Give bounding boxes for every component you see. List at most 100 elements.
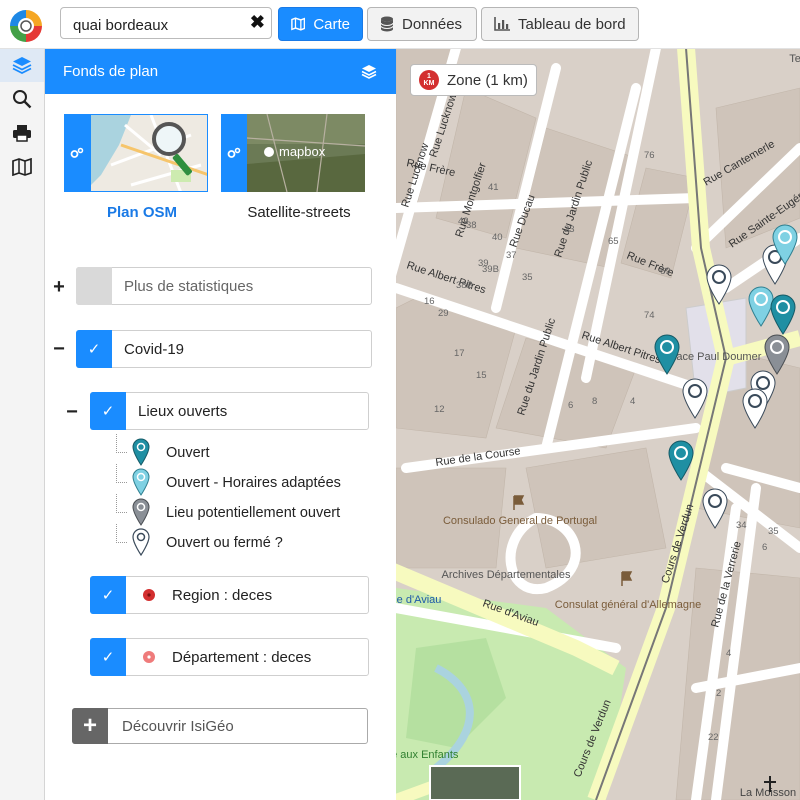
basemap-plan-osm[interactable]	[64, 114, 208, 192]
layer-checkbox[interactable]: ✓	[90, 638, 126, 676]
layer-label: Lieux ouverts	[138, 402, 228, 420]
house-number: 76	[644, 150, 655, 161]
discover-isigeo-button[interactable]: + Découvrir IsiGéo	[72, 708, 368, 744]
basemap-label-satellite: Satellite-streets	[247, 204, 351, 221]
clear-icon[interactable]: ✖	[250, 12, 265, 33]
poi-label: Consulat général d'Allemagne	[555, 599, 701, 611]
house-number: 41	[488, 182, 499, 193]
map-pin-icon	[132, 468, 150, 496]
poi-label: Consulado General de Portugal	[443, 515, 597, 527]
house-number: 65	[608, 236, 619, 247]
poi-label: Place Paul Doumer	[667, 351, 762, 363]
legend-label: Ouvert ou fermé ?	[166, 535, 283, 551]
house-number: 22	[708, 732, 719, 743]
house-number: 40	[492, 232, 503, 243]
carte-button[interactable]: Carte	[278, 7, 363, 41]
collapse-toggle-covid[interactable]: −	[52, 338, 66, 361]
house-number: 69	[660, 266, 671, 277]
layer-label: Covid-19	[124, 340, 185, 358]
layer-plus-de-statistiques[interactable]: Plus de statistiques	[76, 267, 372, 305]
osm-thumbnail	[90, 114, 208, 192]
collapse-toggle-lieux-ouverts[interactable]: −	[65, 401, 79, 424]
database-icon	[380, 16, 394, 32]
layer-label: Département : deces	[172, 648, 312, 666]
settings-button[interactable]	[64, 114, 90, 192]
house-number: 16	[424, 296, 435, 307]
map-icon	[12, 158, 32, 176]
house-number: 6	[568, 400, 573, 411]
poi-label: Archives Départementales	[441, 569, 571, 581]
rail-map-button[interactable]	[0, 150, 44, 184]
rail-search-button[interactable]	[0, 82, 44, 116]
layer-lieux-ouverts[interactable]: ✓ Lieux ouverts	[90, 392, 369, 430]
poi-label: La Moisson	[740, 787, 796, 799]
zone-label: Zone (1 km)	[447, 71, 528, 89]
house-number: 74	[644, 310, 655, 321]
legend-label: Lieu potentiellement ouvert	[166, 505, 341, 521]
expand-toggle-stats[interactable]: +	[52, 276, 66, 299]
house-number: 4	[726, 648, 731, 659]
house-number: 12	[434, 404, 445, 415]
layers-icon[interactable]	[361, 64, 377, 79]
house-number: 38B	[456, 280, 473, 291]
settings-button[interactable]	[221, 114, 247, 192]
poi-label: Rue d'Aviau	[396, 594, 441, 606]
house-number: 35	[522, 272, 533, 283]
top-bar: ✖ Carte Données Tableau de bord	[0, 0, 800, 49]
chart-bar-icon	[494, 17, 510, 31]
map-canvas[interactable]: Rue Lucknow Rue Lucknow Rue Montgolfier …	[396, 48, 800, 800]
print-icon	[13, 125, 31, 142]
layer-checkbox[interactable]: ✓	[76, 330, 112, 368]
layer-checkbox[interactable]: ✓	[90, 576, 126, 614]
layer-departement-deces[interactable]: ✓ Département : deces	[90, 638, 369, 676]
zone-badge-bottom: KM	[423, 80, 435, 87]
poi-label: Terrain	[789, 53, 800, 65]
map-pin-icon	[132, 528, 150, 556]
tableau-label: Tableau de bord	[518, 15, 626, 33]
layer-label: Plus de statistiques	[124, 277, 254, 295]
basemap-label-osm: Plan OSM	[106, 204, 177, 221]
donnees-label: Données	[402, 15, 463, 33]
carte-label: Carte	[313, 15, 350, 33]
house-number: 37	[506, 250, 517, 261]
house-number: 33	[564, 224, 575, 235]
dot-icon	[143, 651, 155, 663]
search-input[interactable]	[71, 14, 245, 36]
map-icon	[291, 17, 306, 31]
discover-label: Découvrir IsiGéo	[122, 717, 234, 735]
search-icon	[13, 90, 32, 109]
donnees-button[interactable]: Données	[367, 7, 477, 41]
house-number: 4	[630, 396, 635, 407]
layer-covid-19[interactable]: ✓ Covid-19	[76, 330, 372, 368]
plus-icon: +	[72, 708, 108, 744]
layer-label: Region : deces	[172, 586, 273, 604]
rail-layers-button[interactable]	[0, 48, 44, 82]
tableau-de-bord-button[interactable]: Tableau de bord	[481, 7, 639, 41]
house-number: 6	[762, 542, 767, 553]
basemap-panel: Fonds de plan Plan OSM mapbox Satellite-…	[44, 48, 396, 800]
basemap-satellite-streets[interactable]: mapbox	[221, 114, 365, 192]
panel-header: Fonds de plan	[44, 48, 396, 94]
house-number: 34	[736, 520, 747, 531]
layers-icon	[12, 57, 32, 74]
zone-radius-button[interactable]: 1 KM Zone (1 km)	[410, 64, 537, 96]
gears-icon	[70, 147, 84, 158]
map-view[interactable]: Rue Lucknow Rue Lucknow Rue Montgolfier …	[396, 48, 800, 800]
dot-icon	[143, 589, 155, 601]
side-rail	[0, 48, 45, 800]
layer-region-deces[interactable]: ✓ Region : deces	[90, 576, 369, 614]
legend-label: Ouvert	[166, 445, 210, 461]
layer-checkbox[interactable]: ✓	[90, 392, 126, 430]
rail-print-button[interactable]	[0, 116, 44, 150]
house-number: 39	[478, 258, 489, 269]
map-pin-icon	[132, 498, 150, 526]
mapbox-watermark: mapbox	[279, 144, 326, 159]
panel-title: Fonds de plan	[63, 62, 159, 80]
gears-icon	[227, 147, 241, 158]
zone-badge-top: 1	[427, 73, 431, 80]
house-number: 17	[454, 348, 465, 359]
layer-checkbox[interactable]	[76, 267, 112, 305]
house-number: 2	[716, 688, 721, 699]
house-number: 35	[768, 526, 779, 537]
isigeo-logo[interactable]	[6, 6, 46, 46]
